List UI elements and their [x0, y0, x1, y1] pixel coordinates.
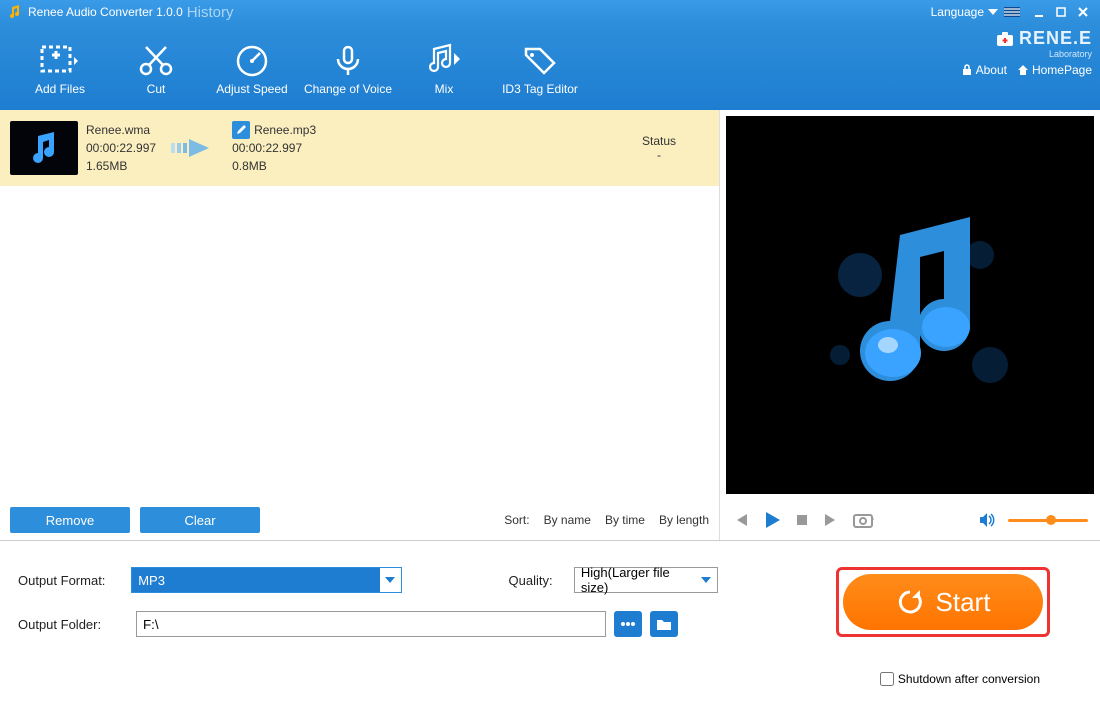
tag-icon: [492, 38, 588, 82]
quality-select[interactable]: High(Larger file size): [574, 567, 718, 593]
remove-button[interactable]: Remove: [10, 507, 130, 533]
stop-button[interactable]: [794, 512, 810, 528]
list-empty-area: [0, 186, 719, 500]
dest-size: 0.8MB: [232, 157, 316, 175]
about-link[interactable]: About: [961, 63, 1007, 77]
scissors-icon: [108, 38, 204, 82]
arrow-icon: [164, 133, 224, 163]
brand-block: RENE.E Laboratory About HomePage: [961, 28, 1092, 77]
chevron-down-icon: [701, 577, 711, 583]
title-bar: Renee Audio Converter 1.0.0 History Lang…: [0, 0, 1100, 24]
status-value: -: [629, 148, 689, 162]
clear-button[interactable]: Clear: [140, 507, 260, 533]
quality-label: Quality:: [509, 573, 566, 588]
more-button[interactable]: [614, 611, 642, 637]
play-button[interactable]: [762, 510, 782, 530]
start-button[interactable]: Start: [843, 574, 1043, 630]
mix-icon: [396, 38, 492, 82]
snapshot-button[interactable]: [852, 511, 874, 529]
brand-sub: Laboratory: [961, 49, 1092, 59]
add-files-icon: [12, 38, 108, 82]
sort-by-time[interactable]: By time: [605, 513, 645, 527]
edit-icon[interactable]: [232, 121, 250, 139]
cut-button[interactable]: Cut: [108, 38, 204, 96]
file-thumbnail: [10, 121, 78, 175]
preview-pane: [720, 110, 1100, 540]
output-format-select[interactable]: MP3: [131, 567, 380, 593]
sort-by-name[interactable]: By name: [544, 513, 591, 527]
browse-folder-button[interactable]: [650, 611, 678, 637]
language-label: Language: [931, 5, 984, 19]
list-footer: Remove Clear Sort: By name By time By le…: [0, 500, 719, 540]
adjust-speed-label: Adjust Speed: [204, 82, 300, 96]
close-button[interactable]: [1072, 4, 1094, 20]
add-files-label: Add Files: [12, 82, 108, 96]
next-button[interactable]: [822, 511, 840, 529]
tag-editor-button[interactable]: ID3 Tag Editor: [492, 38, 588, 96]
start-highlight: Start: [836, 567, 1050, 637]
status-column: Status -: [629, 134, 689, 162]
maximize-button[interactable]: [1050, 4, 1072, 20]
file-list: Renee.wma 00:00:22.997 1.65MB Renee.mp3 …: [0, 110, 720, 540]
shutdown-label: Shutdown after conversion: [898, 672, 1040, 686]
change-voice-label: Change of Voice: [300, 82, 396, 96]
output-format-value: MP3: [138, 573, 165, 588]
mix-button[interactable]: Mix: [396, 38, 492, 96]
adjust-speed-button[interactable]: Adjust Speed: [204, 38, 300, 96]
file-row[interactable]: Renee.wma 00:00:22.997 1.65MB Renee.mp3 …: [0, 110, 719, 186]
main-area: Renee.wma 00:00:22.997 1.65MB Renee.mp3 …: [0, 110, 1100, 540]
brand-name: RENE.E: [1019, 28, 1092, 49]
shutdown-checkbox[interactable]: Shutdown after conversion: [880, 672, 1040, 686]
dest-name: Renee.mp3: [254, 121, 316, 139]
home-icon: [1017, 64, 1029, 76]
source-info: Renee.wma 00:00:22.997 1.65MB: [86, 121, 156, 175]
bottom-panel: Output Format: MP3 Quality: High(Larger …: [0, 540, 1100, 700]
app-logo-icon: [6, 4, 22, 20]
gauge-icon: [204, 38, 300, 82]
prev-button[interactable]: [732, 511, 750, 529]
output-folder-label: Output Folder:: [18, 617, 128, 632]
refresh-icon: [896, 588, 924, 616]
history-link[interactable]: History: [187, 4, 234, 21]
homepage-link[interactable]: HomePage: [1017, 63, 1092, 77]
volume-slider[interactable]: [1008, 519, 1088, 522]
microphone-icon: [300, 38, 396, 82]
cut-label: Cut: [108, 82, 204, 96]
minimize-button[interactable]: [1028, 4, 1050, 20]
dest-info: Renee.mp3 00:00:22.997 0.8MB: [232, 121, 316, 175]
output-folder-input[interactable]: [136, 611, 606, 637]
source-name: Renee.wma: [86, 121, 156, 139]
sort-area: Sort: By name By time By length: [504, 513, 709, 527]
mix-label: Mix: [396, 82, 492, 96]
player-controls: [720, 500, 1100, 540]
add-files-button[interactable]: Add Files: [12, 38, 108, 96]
change-voice-button[interactable]: Change of Voice: [300, 38, 396, 96]
chevron-down-icon: [380, 567, 402, 593]
medkit-icon: [995, 30, 1015, 48]
status-label: Status: [629, 134, 689, 148]
preview-screen: [726, 116, 1094, 494]
sort-label: Sort:: [504, 513, 529, 527]
app-title: Renee Audio Converter 1.0.0: [28, 5, 183, 19]
sort-by-length[interactable]: By length: [659, 513, 709, 527]
source-size: 1.65MB: [86, 157, 156, 175]
lock-icon: [961, 64, 973, 76]
start-label: Start: [936, 587, 991, 618]
source-duration: 00:00:22.997: [86, 139, 156, 157]
quality-value: High(Larger file size): [581, 565, 695, 595]
language-dropdown[interactable]: Language: [931, 5, 1020, 19]
tag-editor-label: ID3 Tag Editor: [492, 82, 588, 96]
shutdown-checkbox-input[interactable]: [880, 672, 894, 686]
dest-duration: 00:00:22.997: [232, 139, 316, 157]
main-toolbar: Add Files Cut Adjust Speed Change of Voi…: [0, 24, 1100, 110]
volume-icon[interactable]: [978, 512, 996, 528]
output-format-label: Output Format:: [18, 573, 123, 588]
